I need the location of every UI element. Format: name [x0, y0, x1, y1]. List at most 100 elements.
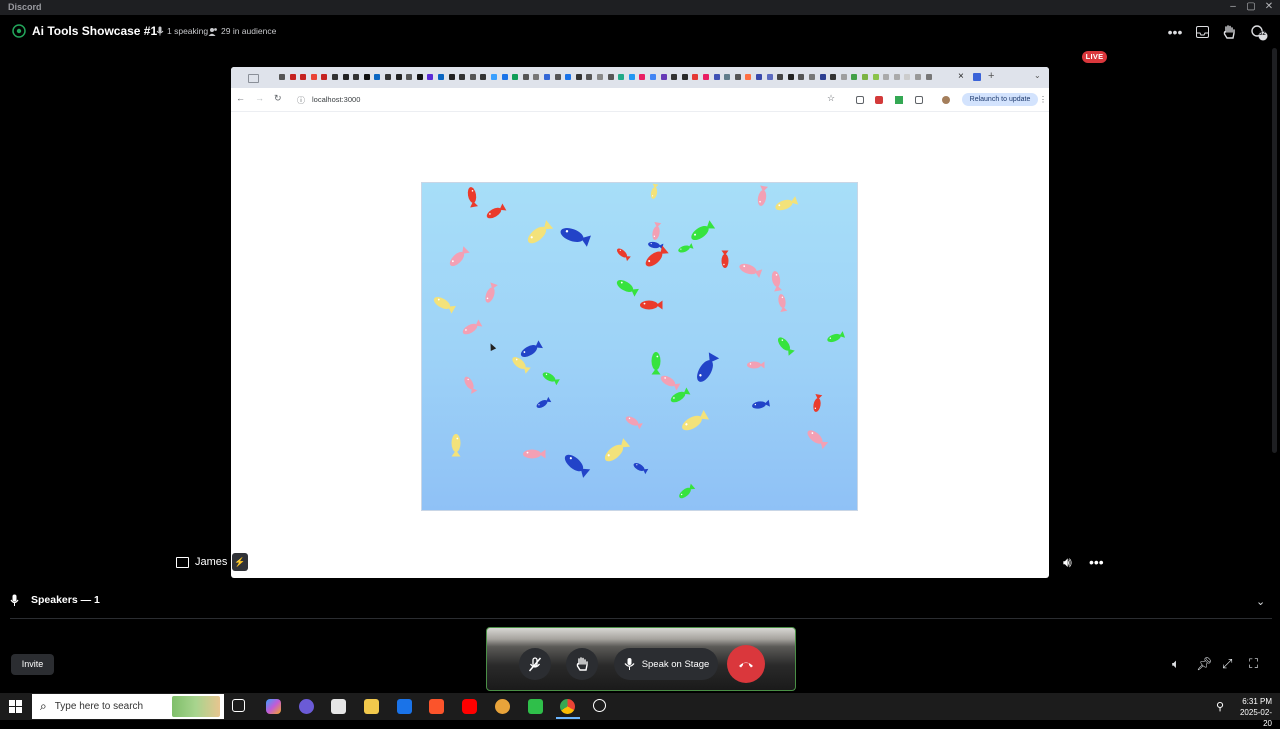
file-explorer-icon[interactable]	[364, 699, 379, 714]
tab-favicon[interactable]	[554, 74, 561, 80]
tab-favicon[interactable]	[830, 74, 837, 80]
pin-icon[interactable]: 📌︎	[1196, 656, 1213, 672]
taskbar-search[interactable]: ⌕ Type here to search	[32, 694, 224, 719]
more-options-icon[interactable]: •••	[1166, 23, 1184, 41]
chevron-down-icon[interactable]: ⌄	[1256, 595, 1265, 608]
volume-icon[interactable]: 🔊︎	[1063, 554, 1072, 571]
drive-icon[interactable]	[895, 96, 903, 104]
speak-on-stage-button[interactable]: Speak on Stage	[614, 648, 718, 680]
relaunch-to-update-button[interactable]: Relaunch to update	[962, 93, 1038, 106]
tab-favicon[interactable]	[787, 74, 794, 80]
tab-favicon[interactable]	[713, 74, 720, 80]
tab-favicon[interactable]	[862, 74, 868, 80]
tab-favicon[interactable]	[459, 74, 466, 80]
tab-favicon[interactable]	[353, 74, 360, 80]
tab-favicon[interactable]	[628, 74, 635, 80]
tab-favicon[interactable]	[406, 74, 413, 80]
extensions-puzzle-icon[interactable]	[915, 96, 923, 104]
tab-favicon[interactable]	[491, 74, 497, 80]
tab-list-chevron-icon[interactable]: ⌄	[1034, 71, 1041, 80]
fullscreen-icon[interactable]: ⛶	[1249, 656, 1258, 672]
tab-favicon[interactable]	[650, 74, 656, 80]
tab-favicon[interactable]	[681, 74, 688, 80]
tab-favicon[interactable]	[469, 74, 476, 80]
fish-aquarium[interactable]	[421, 182, 858, 511]
tab-favicon[interactable]	[342, 74, 349, 80]
app-icon-orange[interactable]	[495, 699, 510, 714]
speaker-volume-icon[interactable]: 🔈︎	[1172, 656, 1180, 672]
tab-favicon[interactable]	[395, 74, 402, 80]
minimize-button[interactable]: –	[1224, 1, 1242, 12]
tab-favicon[interactable]	[363, 74, 370, 80]
tab-favicon[interactable]	[872, 74, 879, 80]
tab-search-icon[interactable]	[248, 74, 259, 83]
new-tab-icon[interactable]: +	[988, 70, 994, 82]
tab-favicon[interactable]	[565, 74, 572, 80]
tile-more-icon[interactable]: •••	[1089, 554, 1104, 570]
tab-favicon[interactable]	[607, 74, 614, 80]
app-icon-green[interactable]	[528, 699, 543, 714]
tab-favicon[interactable]	[321, 74, 328, 80]
tab-favicon[interactable]	[618, 74, 625, 80]
tab-favicon[interactable]	[575, 74, 582, 80]
tab-favicon[interactable]	[671, 74, 678, 80]
extension-red-icon[interactable]	[875, 96, 883, 104]
chrome-icon[interactable]	[560, 699, 575, 714]
obs-icon[interactable]	[593, 699, 606, 712]
tab-favicon[interactable]	[533, 74, 540, 80]
tab-favicon[interactable]	[660, 74, 667, 80]
discord-taskbar-icon[interactable]	[299, 699, 314, 714]
tab-favicon[interactable]	[724, 74, 731, 80]
outlook-icon[interactable]	[397, 699, 412, 714]
taskbar-clock[interactable]: 6:31 PM 2025-02-20	[1234, 696, 1272, 729]
forward-icon[interactable]: →	[255, 93, 264, 103]
tab-close-icon[interactable]: ×	[958, 71, 964, 82]
tab-favicon[interactable]	[279, 74, 285, 80]
profile-avatar[interactable]	[942, 96, 950, 104]
microsoft-store-icon[interactable]	[331, 699, 346, 714]
task-view-icon[interactable]	[232, 699, 245, 712]
tab-favicon[interactable]	[512, 74, 519, 80]
tab-favicon[interactable]	[300, 74, 307, 80]
tab-favicon[interactable]	[893, 74, 900, 80]
tab-favicon[interactable]	[385, 74, 391, 80]
tab-favicon[interactable]	[448, 74, 455, 80]
tab-favicon[interactable]	[925, 74, 932, 80]
invite-button[interactable]: Invite	[11, 654, 54, 675]
mute-microphone-button[interactable]	[519, 648, 551, 680]
youtube-icon[interactable]	[462, 699, 477, 714]
tab-favicon[interactable]	[438, 74, 444, 80]
tab-favicon[interactable]	[522, 74, 529, 80]
close-button[interactable]: ✕	[1260, 1, 1278, 12]
tab-favicon[interactable]	[915, 74, 921, 80]
site-info-icon[interactable]: ⓘ	[297, 95, 305, 106]
tab-favicon[interactable]	[374, 74, 381, 80]
reload-icon[interactable]: ↻	[274, 93, 282, 104]
tab-favicon[interactable]	[703, 74, 709, 80]
tab-favicon[interactable]	[289, 74, 296, 80]
tab-favicon[interactable]	[798, 74, 805, 80]
tab-favicon[interactable]	[777, 74, 784, 80]
raise-hand-icon[interactable]	[1220, 23, 1238, 41]
tab-favicon[interactable]	[416, 74, 423, 80]
back-icon[interactable]: ←	[236, 93, 245, 103]
popout-icon[interactable]: ⤢	[1222, 656, 1232, 672]
maximize-button[interactable]: ▢	[1242, 1, 1260, 12]
speakers-section[interactable]: Speakers — 1	[10, 594, 100, 606]
browser-menu-icon[interactable]: ⋮	[1039, 95, 1047, 104]
tab-favicon[interactable]	[427, 74, 434, 80]
brave-browser-icon[interactable]	[429, 699, 444, 714]
tab-favicon[interactable]	[586, 74, 593, 80]
tab-favicon[interactable]	[809, 74, 815, 80]
copilot-icon[interactable]	[266, 699, 281, 714]
address-bar[interactable]: localhost:3000	[312, 95, 360, 104]
windows-start-icon[interactable]	[9, 700, 22, 713]
tab-favicon[interactable]	[766, 74, 773, 80]
bookmark-star-icon[interactable]: ☆	[827, 93, 835, 104]
stream-quality-icon[interactable]: ⚡	[232, 553, 248, 571]
active-tab-favicon[interactable]	[973, 73, 981, 81]
tab-favicon[interactable]	[310, 74, 317, 80]
inbox-icon[interactable]	[1193, 23, 1211, 41]
tab-favicon[interactable]	[544, 74, 550, 80]
tab-favicon[interactable]	[480, 74, 487, 80]
